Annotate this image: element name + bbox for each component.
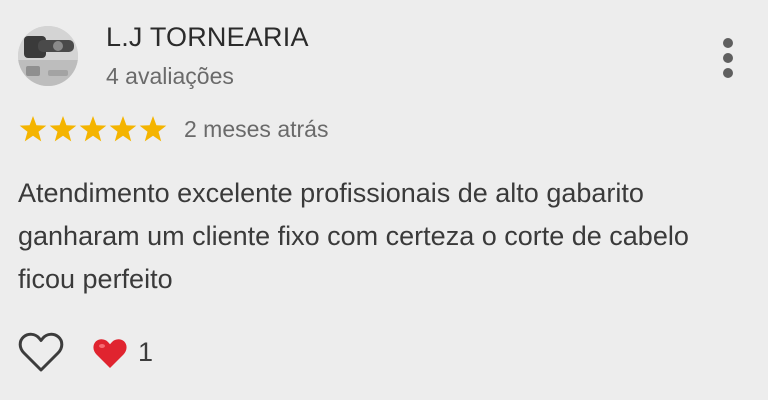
reviewer-avatar[interactable] xyxy=(18,26,78,86)
star-icon xyxy=(109,116,137,142)
star-rating-icons xyxy=(19,116,167,142)
reviewer-name[interactable]: L.J TORNEARIA xyxy=(106,22,309,53)
star-icon xyxy=(49,116,77,142)
star-icon xyxy=(139,116,167,142)
review-card: L.J TORNEARIA 4 avaliações 2 meses atrás… xyxy=(0,0,768,400)
avatar-image xyxy=(18,26,78,86)
more-options-dot xyxy=(723,68,733,78)
more-options-dot xyxy=(723,53,733,63)
reaction-count: 1 xyxy=(138,337,154,367)
red-heart-icon xyxy=(93,339,127,368)
more-options-button[interactable] xyxy=(712,34,744,82)
like-button[interactable] xyxy=(18,332,64,374)
review-date: 2 meses atrás xyxy=(184,116,329,142)
star-icon xyxy=(19,116,47,142)
more-options-dot xyxy=(723,38,733,48)
review-text: Atendimento excelente profissionais de a… xyxy=(18,178,689,294)
reviewer-review-count: 4 avaliações xyxy=(106,63,234,89)
heart-outline-icon xyxy=(18,332,64,372)
star-rating xyxy=(18,114,168,144)
star-icon xyxy=(79,116,107,142)
